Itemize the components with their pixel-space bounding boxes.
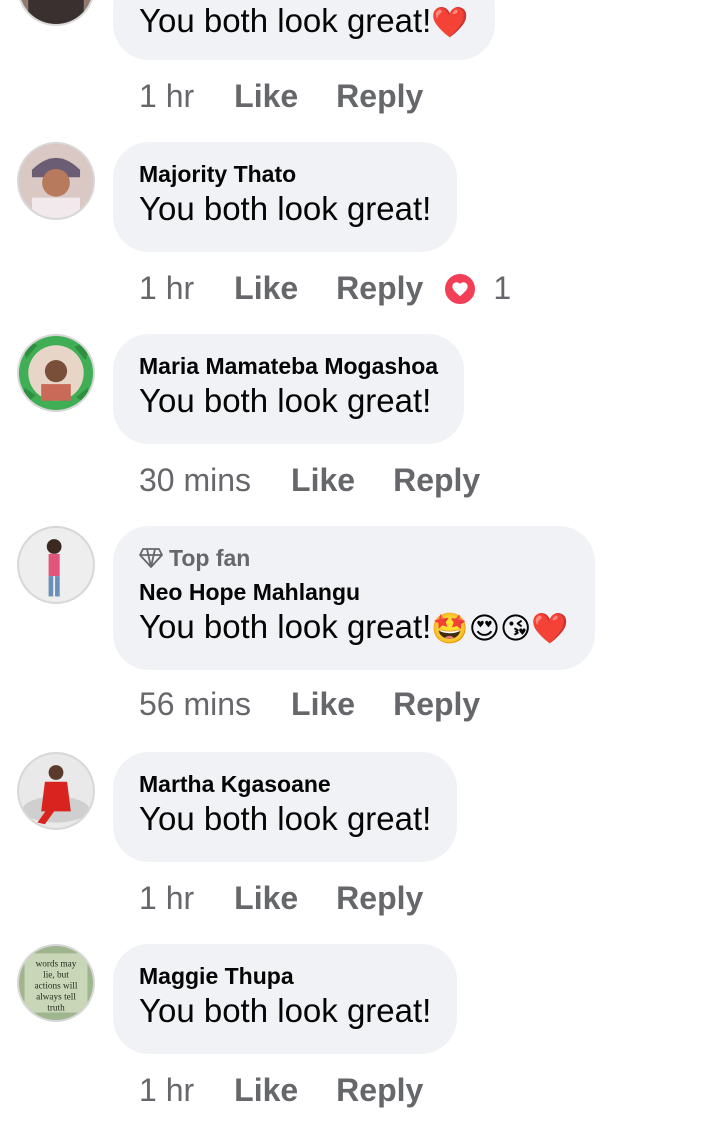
svg-text:truth: truth <box>47 1004 65 1014</box>
comment-timestamp[interactable]: 1 hr <box>139 1072 194 1109</box>
reply-button[interactable]: Reply <box>393 686 480 723</box>
reply-button[interactable]: Reply <box>336 78 423 115</box>
reply-button[interactable]: Reply <box>393 462 480 499</box>
diamond-icon <box>139 548 163 568</box>
comment-text: You both look great!❤️ <box>139 2 469 40</box>
reaction-count: 1 <box>493 270 512 306</box>
reply-button[interactable]: Reply <box>336 1072 423 1109</box>
like-button[interactable]: Like <box>234 880 298 917</box>
love-reaction-icon <box>443 271 478 306</box>
comment-actions: 1 hr Like Reply <box>139 880 423 917</box>
comment-bubble[interactable]: Top fan Neo Hope Mahlangu You both look … <box>113 526 595 670</box>
comment-author[interactable]: Martha Kgasoane <box>139 770 431 798</box>
svg-text:always tell: always tell <box>36 993 76 1003</box>
comment-actions: 1 hr Like Reply <box>139 78 423 115</box>
like-button[interactable]: Like <box>291 686 355 723</box>
svg-text:words may: words may <box>36 959 77 969</box>
avatar[interactable] <box>17 0 95 26</box>
comment-bubble[interactable]: Martha Kgasoane You both look great! <box>113 752 458 862</box>
heart-emoji: ❤️ <box>431 6 469 40</box>
comment-timestamp[interactable]: 56 mins <box>139 686 251 723</box>
comment-actions: 56 mins Like Reply <box>139 686 480 723</box>
top-fan-badge: Top fan <box>139 544 569 572</box>
reaction-summary[interactable]: 1 <box>443 270 511 307</box>
like-button[interactable]: Like <box>291 462 355 499</box>
comment-text: You both look great! <box>139 800 432 837</box>
comment-author[interactable]: Majority Thato <box>139 160 431 188</box>
comment-timestamp[interactable]: 1 hr <box>139 78 194 115</box>
avatar[interactable] <box>17 752 95 830</box>
comment-bubble[interactable]: Majority Thato You both look great! <box>113 142 458 252</box>
comment-actions: 1 hr Like Reply <box>139 1072 423 1109</box>
comment-author[interactable]: Neo Hope Mahlangu <box>139 578 569 606</box>
like-button[interactable]: Like <box>234 270 298 307</box>
avatar[interactable] <box>17 142 95 220</box>
reply-button[interactable]: Reply <box>336 270 423 307</box>
comment-bubble[interactable]: You both look great!❤️ <box>113 0 495 60</box>
like-button[interactable]: Like <box>234 1072 298 1109</box>
comment-author[interactable]: Maggie Thupa <box>139 962 431 990</box>
svg-text:lie, but: lie, but <box>43 970 69 980</box>
comment-text: You both look great! <box>139 382 432 419</box>
avatar[interactable] <box>17 526 95 604</box>
like-button[interactable]: Like <box>234 78 298 115</box>
comment-timestamp[interactable]: 30 mins <box>139 462 251 499</box>
comment-author[interactable]: Maria Mamateba Mogashoa <box>139 352 438 380</box>
comment-timestamp[interactable]: 1 hr <box>139 880 194 917</box>
comment-actions: 1 hr Like Reply 1 <box>139 270 511 307</box>
avatar[interactable] <box>17 334 95 412</box>
comment-timestamp[interactable]: 1 hr <box>139 270 194 307</box>
badge-label: Top fan <box>169 545 251 571</box>
comment-text: You both look great! <box>139 992 432 1029</box>
avatar[interactable]: words may lie, but actions will always t… <box>17 944 95 1022</box>
comment-actions: 30 mins Like Reply <box>139 462 480 499</box>
reply-button[interactable]: Reply <box>336 880 423 917</box>
comment-bubble[interactable]: Maria Mamateba Mogashoa You both look gr… <box>113 334 465 444</box>
svg-text:actions will: actions will <box>35 982 78 992</box>
comment-bubble[interactable]: Maggie Thupa You both look great! <box>113 944 458 1054</box>
comment-text: You both look great!🤩😍😘❤️ <box>139 608 569 646</box>
emoji-sequence: 🤩😍😘❤️ <box>431 612 569 646</box>
comment-text: You both look great! <box>139 190 432 227</box>
